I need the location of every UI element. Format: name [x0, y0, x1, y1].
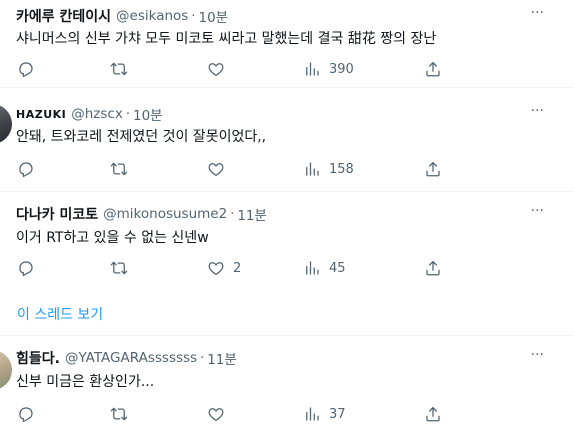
like-button[interactable]	[207, 58, 233, 80]
retweet-icon	[110, 407, 128, 421]
tweet-actions: 2 45	[0, 257, 574, 279]
views-button[interactable]: 37	[303, 403, 346, 425]
view-count: 45	[329, 260, 346, 276]
share-button[interactable]	[424, 158, 442, 180]
tweet-text: 안돼, 트와코레 전제였던 것이 잘못이었다,,	[16, 129, 267, 145]
views-chart-icon	[306, 162, 319, 176]
tweet-header: 카에루 칸테이시 @esikanos · 10분	[16, 6, 228, 26]
tweet-header: 다나카 미코토 @mikonosusume2 · 11분	[16, 204, 267, 224]
user-handle[interactable]: @esikanos	[116, 8, 188, 24]
share-icon	[426, 161, 440, 177]
tweet[interactable]: 힘들다. @YATAGARAsssssss · 11분 ··· 신부 미금은 환…	[0, 336, 574, 431]
tweet-actions: 158	[0, 158, 574, 180]
tweet-actions: 390	[0, 58, 574, 80]
more-options-icon[interactable]: ···	[531, 203, 544, 219]
reply-icon	[19, 407, 33, 423]
display-name[interactable]: 카에루 칸테이시	[16, 6, 111, 26]
tweet-text: 이거 RT하고 있을 수 없는 신넨w	[16, 230, 209, 246]
retweet-icon	[110, 162, 128, 176]
separator-dot: ·	[200, 350, 205, 366]
tweet-header: HAZUKI @hzscx · 10분	[16, 104, 163, 124]
separator-dot: ·	[230, 206, 235, 222]
views-chart-icon	[306, 407, 319, 421]
avatar[interactable]	[0, 104, 12, 144]
retweet-icon	[110, 62, 128, 76]
heart-icon	[208, 63, 224, 77]
more-options-icon[interactable]: ···	[531, 103, 544, 119]
view-count: 37	[329, 406, 346, 422]
display-name[interactable]: HAZUKI	[16, 108, 66, 121]
tweet-text: 신부 미금은 환상인가...	[16, 374, 155, 390]
show-thread-row[interactable]: 이 스레드 보기	[0, 296, 574, 336]
reply-icon	[19, 62, 33, 78]
display-name[interactable]: 힘들다.	[16, 348, 60, 368]
timestamp[interactable]: 10분	[133, 104, 163, 124]
views-button[interactable]: 45	[303, 257, 346, 279]
reply-button[interactable]	[17, 257, 43, 279]
retweet-button[interactable]	[110, 403, 136, 425]
views-chart-icon	[306, 62, 319, 76]
share-button[interactable]	[424, 257, 442, 279]
heart-icon	[208, 262, 224, 276]
timestamp[interactable]: 11분	[237, 204, 267, 224]
share-icon	[426, 406, 440, 422]
retweet-button[interactable]	[110, 58, 136, 80]
tweet[interactable]: HAZUKI @hzscx · 10분 ··· 안돼, 트와코레 전제였던 것이…	[0, 88, 574, 192]
view-count: 158	[329, 161, 354, 177]
retweet-icon	[110, 261, 128, 275]
views-button[interactable]: 158	[303, 158, 354, 180]
timestamp[interactable]: 10분	[198, 6, 228, 26]
tweet[interactable]: 다나카 미코토 @mikonosusume2 · 11분 ··· 이거 RT하고…	[0, 192, 574, 296]
reply-button[interactable]	[17, 158, 43, 180]
reply-button[interactable]	[17, 403, 43, 425]
tweet-actions: 37	[0, 403, 574, 425]
user-handle[interactable]: @YATAGARAsssssss	[65, 350, 197, 366]
separator-dot: ·	[191, 8, 196, 24]
like-count: 2	[233, 260, 242, 276]
user-handle[interactable]: @hzscx	[71, 106, 123, 122]
share-icon	[426, 61, 440, 77]
tweet[interactable]: 카에루 칸테이시 @esikanos · 10분 ··· 샤니머스의 신부 가챠…	[0, 0, 574, 88]
display-name[interactable]: 다나카 미코토	[16, 204, 98, 224]
like-button[interactable]	[207, 158, 233, 180]
heart-icon	[208, 163, 224, 177]
avatar[interactable]	[0, 350, 12, 390]
more-options-icon[interactable]: ···	[531, 5, 544, 21]
show-thread-link[interactable]: 이 스레드 보기	[17, 304, 103, 324]
timestamp[interactable]: 11분	[207, 348, 237, 368]
views-button[interactable]: 390	[303, 58, 354, 80]
retweet-button[interactable]	[110, 158, 136, 180]
like-button[interactable]: 2	[207, 257, 241, 279]
share-icon	[426, 260, 440, 276]
more-options-icon[interactable]: ···	[531, 347, 544, 363]
view-count: 390	[329, 61, 354, 77]
retweet-button[interactable]	[110, 257, 136, 279]
user-handle[interactable]: @mikonosusume2	[103, 206, 227, 222]
separator-dot: ·	[125, 106, 130, 122]
tweet-text: 샤니머스의 신부 가챠 모두 미코토 씨라고 말했는데 결국 甜花 짱의 장난	[16, 31, 437, 47]
heart-icon	[208, 408, 224, 422]
share-button[interactable]	[424, 403, 442, 425]
reply-icon	[19, 162, 33, 178]
tweet-header: 힘들다. @YATAGARAsssssss · 11분	[16, 348, 237, 368]
share-button[interactable]	[424, 58, 442, 80]
like-button[interactable]	[207, 403, 233, 425]
views-chart-icon	[306, 261, 319, 275]
reply-button[interactable]	[17, 58, 43, 80]
reply-icon	[19, 261, 33, 277]
